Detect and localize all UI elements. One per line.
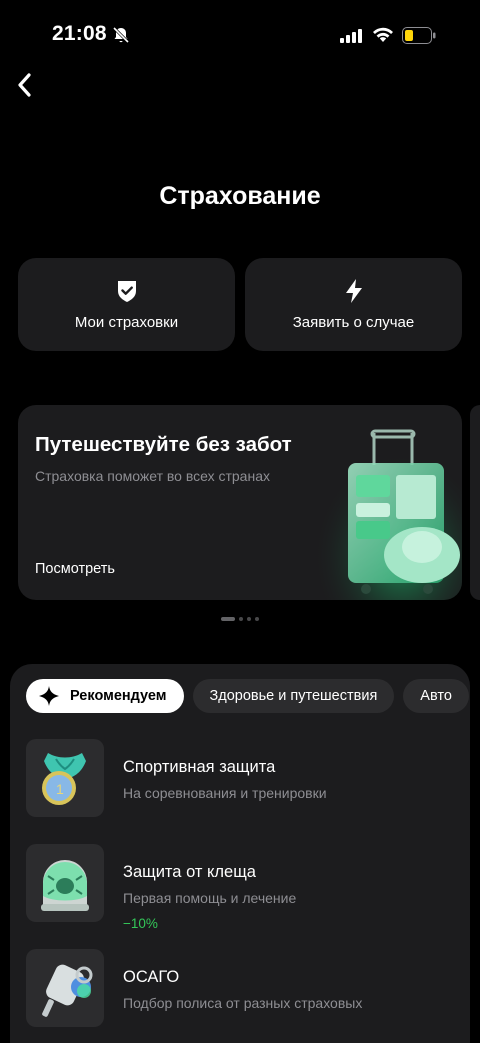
promo-title: Путешествуйте без забот (35, 433, 292, 456)
promo-subtitle: Страховка поможет во всех странах (35, 468, 270, 484)
travel-promo-card[interactable]: Путешествуйте без забот Страховка поможе… (18, 405, 462, 600)
pager-dot (247, 617, 251, 621)
my-insurances-label: Мои страховки (74, 314, 179, 331)
status-time: 21:08 (52, 22, 107, 45)
product-osago[interactable]: ОСАГО Подбор полиса от разных страховых (26, 949, 456, 1029)
discount-badge: −10% (123, 916, 158, 931)
promo-pager (0, 617, 480, 621)
shield-check-icon (115, 278, 139, 304)
tick-dome-icon (26, 844, 104, 922)
product-sport-protection[interactable]: 1 Спортивная защита На соревнования и тр… (26, 739, 456, 819)
tab-recommended-label: Рекомендуем (70, 688, 167, 704)
page-title: Страхование (159, 182, 321, 210)
pager-dot-active (221, 617, 235, 621)
tab-auto[interactable]: Авто (403, 679, 469, 713)
tab-auto-label: Авто (420, 688, 452, 704)
lightning-icon (342, 278, 366, 304)
suitcase-illustration (312, 425, 462, 600)
products-catalog: Рекомендуем Здоровье и путешествия Авто … (10, 664, 470, 1043)
product-subtitle: На соревнования и тренировки (123, 785, 327, 801)
chevron-left-icon (18, 73, 31, 97)
next-promo-card[interactable] (470, 405, 480, 600)
category-tabs: Рекомендуем Здоровье и путешествия Авто (26, 679, 470, 713)
promo-view-link[interactable]: Посмотреть (35, 561, 115, 577)
svg-text:1: 1 (56, 781, 64, 797)
tab-recommended[interactable]: Рекомендуем (26, 679, 184, 713)
battery-icon (402, 27, 436, 44)
pager-dot (239, 617, 243, 621)
my-insurances-button[interactable]: Мои страховки (18, 258, 235, 351)
product-subtitle: Подбор полиса от разных страховых (123, 995, 363, 1011)
medal-icon: 1 (26, 739, 104, 817)
product-tick-protection[interactable]: Защита от клеща Первая помощь и лечение … (26, 844, 456, 931)
product-title: ОСАГО (123, 968, 180, 986)
bell-off-icon (112, 26, 130, 44)
car-key-icon (26, 949, 104, 1027)
pager-dot (255, 617, 259, 621)
tab-health-travel[interactable]: Здоровье и путешествия (192, 679, 395, 713)
product-title: Спортивная защита (123, 758, 276, 776)
tab-health-travel-label: Здоровье и путешествия (209, 688, 378, 704)
report-case-button[interactable]: Заявить о случае (245, 258, 462, 351)
wifi-icon (373, 27, 393, 42)
product-subtitle: Первая помощь и лечение (123, 890, 297, 906)
product-title: Защита от клеща (123, 863, 256, 881)
report-case-label: Заявить о случае (292, 314, 415, 331)
cellular-signal-icon (340, 29, 362, 43)
sparkle-icon (39, 686, 59, 706)
back-button[interactable] (10, 70, 40, 100)
status-bar: 21:08 (0, 0, 480, 70)
